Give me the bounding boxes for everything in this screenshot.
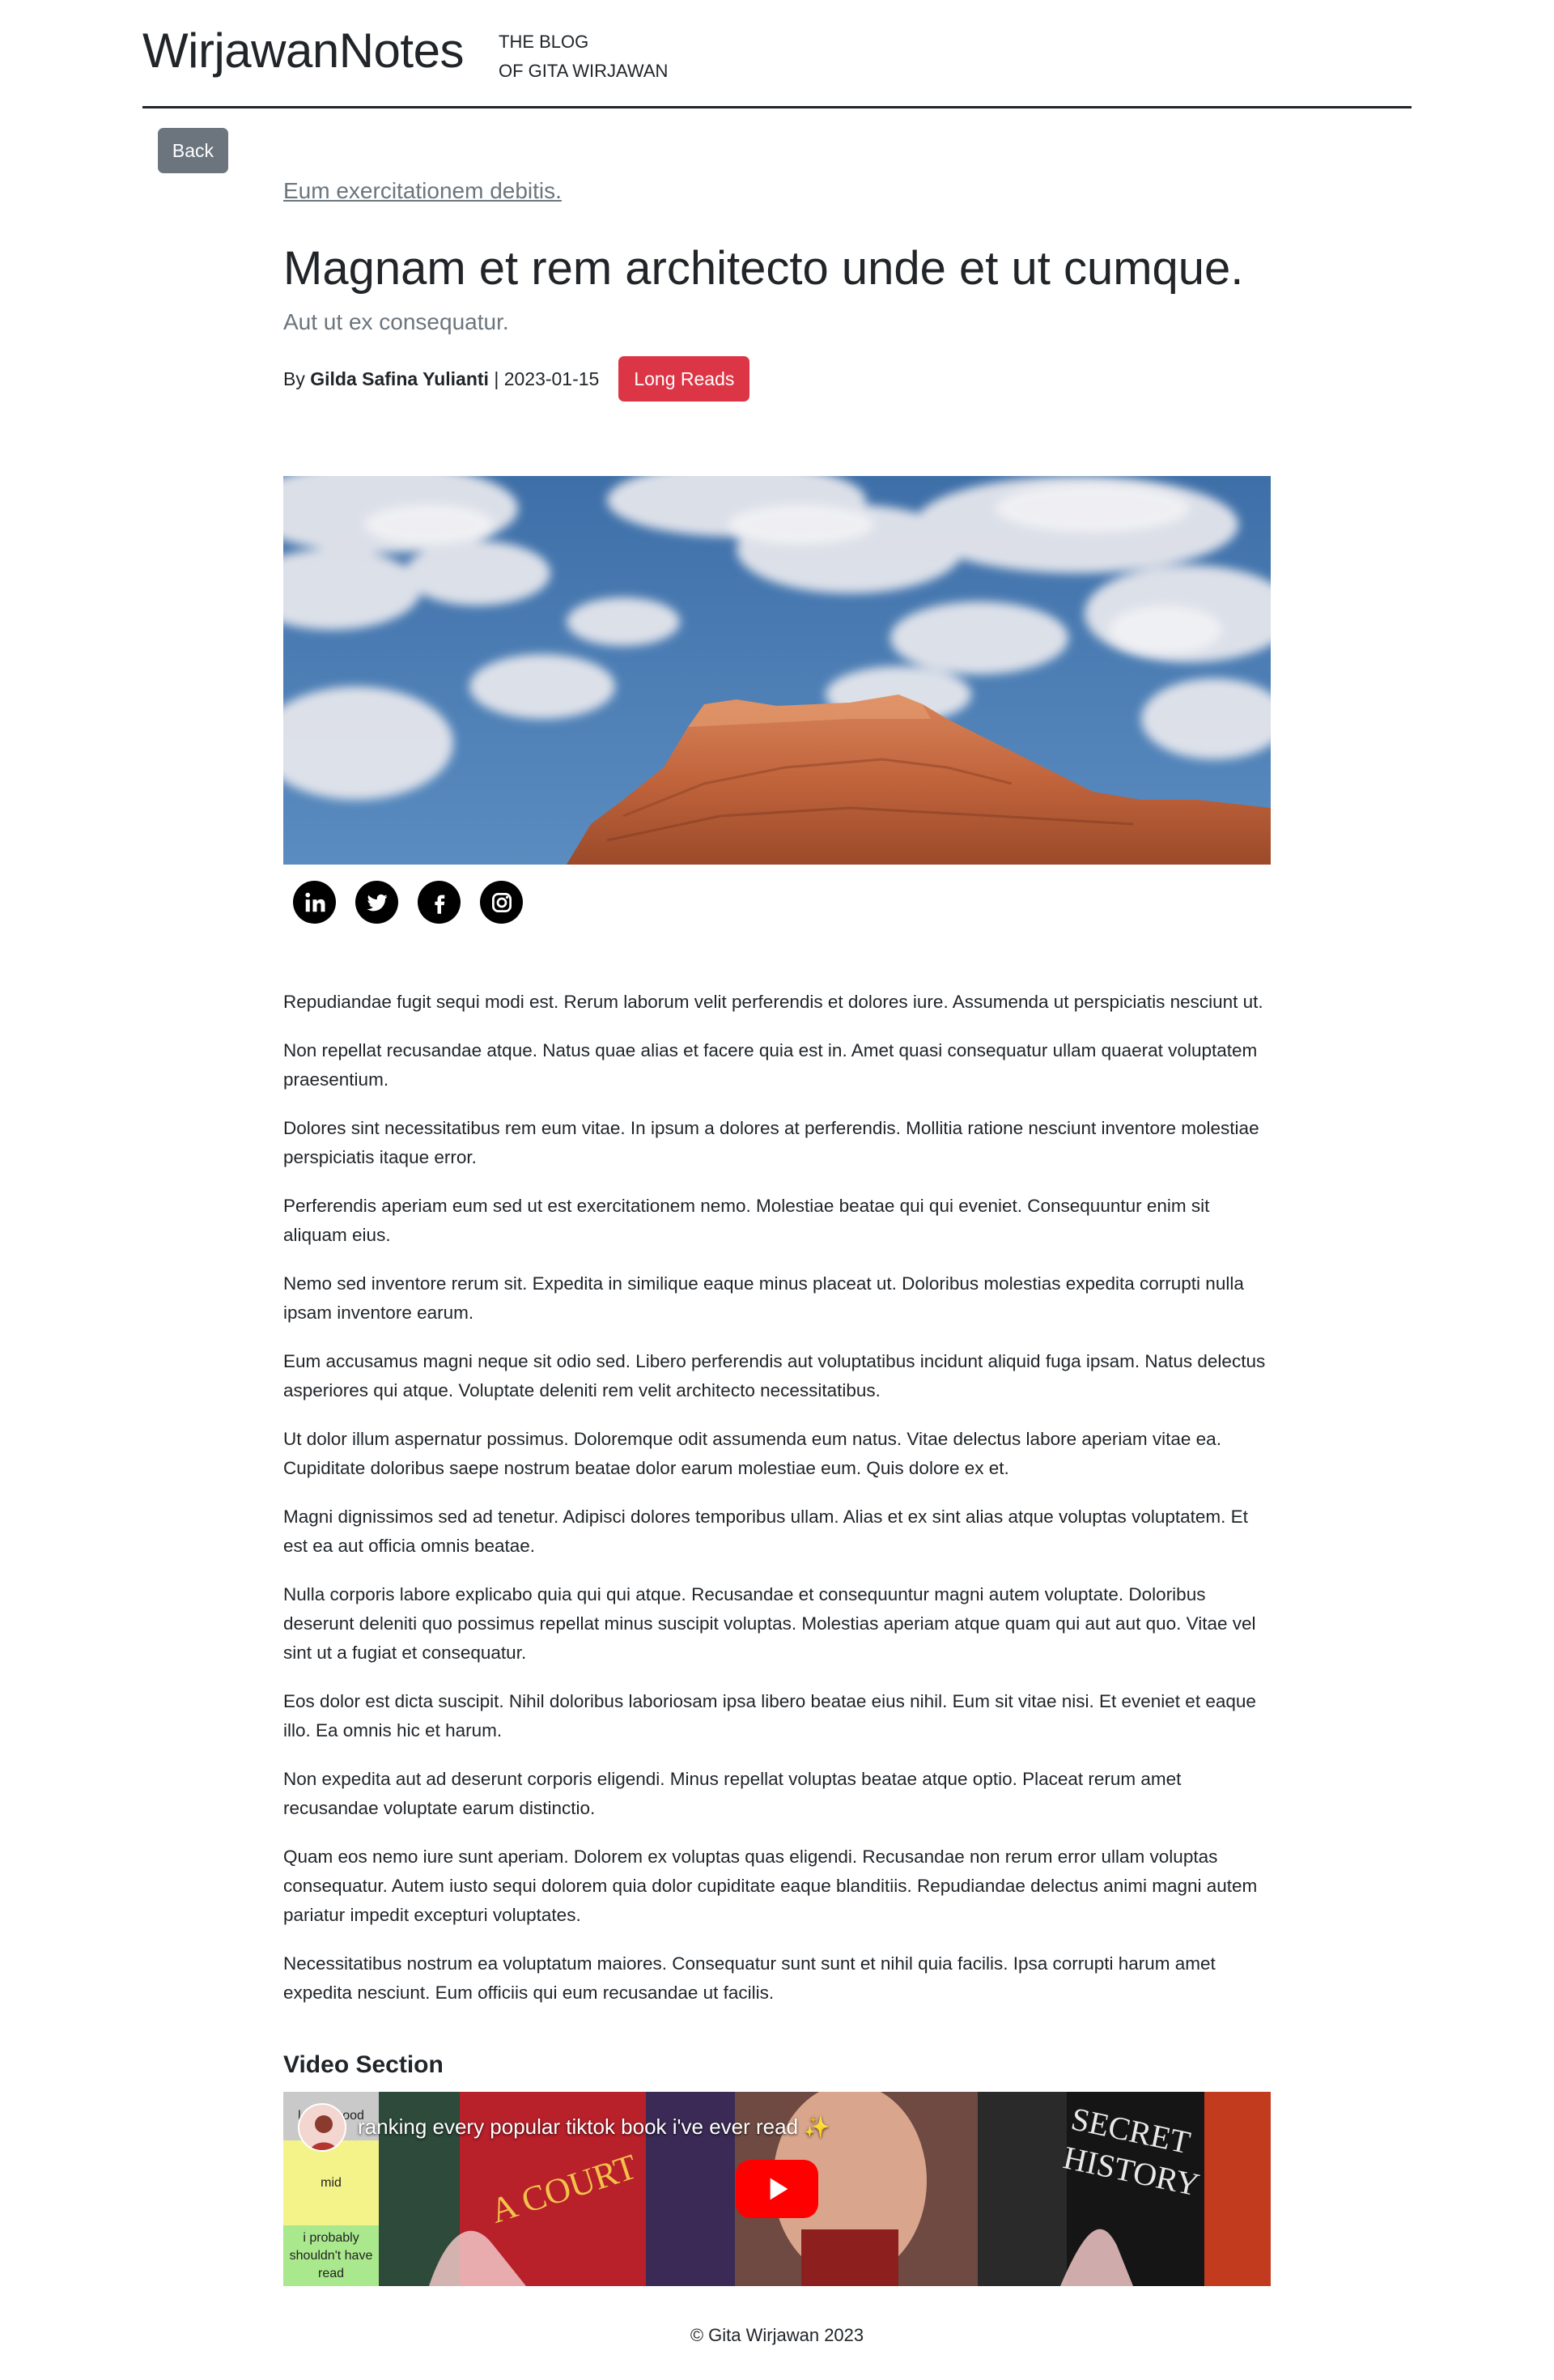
tagline-line-2: OF GITA WIRJAWAN (499, 61, 669, 81)
paragraph: Non repellat recusandae atque. Natus qua… (283, 1040, 1258, 1090)
video-title[interactable]: ranking every popular tiktok book i've e… (358, 2114, 830, 2140)
paragraph: Magni dignissimos sed ad tenetur. Adipis… (283, 1507, 1248, 1556)
paragraph: Necessitatibus nostrum ea voluptatum mai… (283, 1953, 1216, 2003)
site-header: WirjawanNotes THE BLOG OF GITA WIRJAWAN (142, 18, 1412, 108)
site-brand[interactable]: WirjawanNotes (142, 23, 464, 79)
instagram-icon[interactable] (480, 881, 523, 924)
publish-date: | 2023-01-15 (494, 368, 600, 389)
author-name: Gilda Safina Yulianti (310, 368, 489, 389)
tier-label: i probably shouldn't have read (289, 2230, 373, 2280)
site-footer: © Gita Wirjawan 2023 (690, 2325, 864, 2345)
facebook-icon[interactable] (418, 881, 461, 924)
channel-avatar[interactable] (298, 2103, 346, 2152)
by-prefix: By (283, 368, 305, 389)
site-tagline: THE BLOG OF GITA WIRJAWAN (499, 28, 668, 86)
paragraph: Quam eos nemo iure sunt aperiam. Dolorem… (283, 1847, 1258, 1925)
video-section-heading: Video Section (283, 2051, 444, 2078)
paragraph: Dolores sint necessitatibus rem eum vita… (283, 1118, 1259, 1167)
paragraph: Ut dolor illum aspernatur possimus. Dolo… (283, 1429, 1221, 1478)
paragraph: Nulla corporis labore explicabo quia qui… (283, 1584, 1256, 1663)
category-link[interactable]: Eum exercitationem debitis. (283, 178, 562, 204)
paragraph: Perferendis aperiam eum sed ut est exerc… (283, 1196, 1210, 1245)
paragraph: Eos dolor est dicta suscipit. Nihil dolo… (283, 1691, 1256, 1740)
tagline-line-1: THE BLOG (499, 32, 589, 52)
article-meta: By Gilda Safina Yulianti | 2023-01-15 Lo… (283, 356, 1271, 402)
tier-label: mid (321, 2175, 342, 2190)
play-icon[interactable] (736, 2160, 818, 2218)
article: Eum exercitationem debitis. Magnam et re… (283, 176, 1271, 2286)
category-badge[interactable]: Long Reads (618, 356, 750, 402)
twitter-icon[interactable] (355, 881, 398, 924)
article-body: Repudiandae fugit sequi modi est. Rerum … (283, 988, 1271, 2027)
video-embed[interactable]: A COURT SECRET HISTORY loving good mid i… (283, 2092, 1271, 2286)
social-share (293, 881, 523, 924)
linkedin-icon[interactable] (293, 881, 336, 924)
paragraph: Repudiandae fugit sequi modi est. Rerum … (283, 992, 1263, 1012)
back-button[interactable]: Back (158, 128, 228, 173)
hero-image (283, 476, 1271, 865)
paragraph: Nemo sed inventore rerum sit. Expedita i… (283, 1273, 1244, 1323)
article-subtitle: Aut ut ex consequatur. (283, 309, 509, 334)
article-title: Magnam et rem architecto unde et ut cumq… (283, 242, 1244, 295)
paragraph: Eum accusamus magni neque sit odio sed. … (283, 1351, 1266, 1400)
paragraph: Non expedita aut ad deserunt corporis el… (283, 1769, 1182, 1818)
